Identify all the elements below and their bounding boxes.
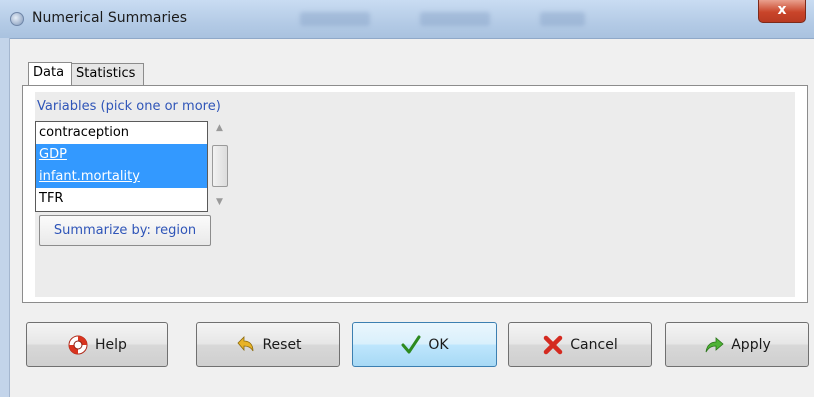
close-button[interactable]: x [758, 0, 806, 23]
window-icon [10, 12, 24, 26]
list-item-tfr[interactable]: TFR [36, 188, 207, 210]
apply-button[interactable]: Apply [665, 322, 809, 367]
undo-arrow-icon [237, 335, 254, 351]
blurred-title-region [420, 12, 490, 26]
summarize-by-button[interactable]: Summarize by: region [39, 215, 211, 246]
scroll-down-arrow-icon[interactable]: ▼ [216, 197, 223, 207]
scroll-up-arrow-icon[interactable]: ▲ [216, 123, 223, 133]
green-arrow-icon [705, 336, 724, 352]
cancel-button[interactable]: Cancel [508, 322, 652, 367]
reset-button-label: Reset [262, 336, 302, 353]
window-title: Numerical Summaries [32, 10, 188, 26]
variables-scrollbar[interactable]: ▲ ▼ [210, 121, 232, 212]
blurred-title-region [300, 12, 370, 26]
ok-button-label: OK [428, 336, 449, 353]
checkmark-icon [401, 335, 421, 353]
blurred-title-region [540, 12, 585, 26]
help-button-label: Help [95, 336, 127, 353]
list-item-gdp[interactable]: GDP [36, 144, 207, 166]
title-bar[interactable]: Numerical Summaries x [0, 0, 814, 39]
reset-button[interactable]: Reset [196, 322, 340, 367]
close-icon: x [777, 2, 787, 18]
window-frame-left [0, 38, 10, 397]
list-item-contraception[interactable]: contraception [36, 122, 207, 144]
list-item-infant-mortality[interactable]: infant.mortality [36, 166, 207, 188]
tab-data[interactable]: Data [28, 62, 72, 85]
variables-listbox[interactable]: contraception GDP infant.mortality TFR [35, 121, 208, 212]
ok-button[interactable]: OK [352, 322, 497, 367]
tab-statistics[interactable]: Statistics [71, 63, 144, 85]
red-x-icon [544, 335, 563, 354]
variables-label: Variables (pick one or more) [37, 99, 221, 114]
cancel-button-label: Cancel [570, 336, 618, 353]
apply-button-label: Apply [731, 336, 771, 353]
scrollbar-thumb[interactable] [212, 145, 228, 187]
lifebuoy-icon [68, 335, 88, 354]
help-button[interactable]: Help [26, 322, 168, 367]
